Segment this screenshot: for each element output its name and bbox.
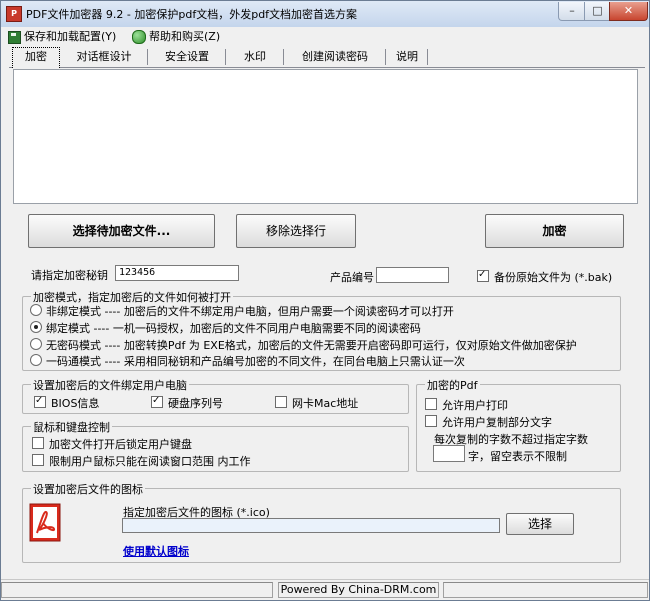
mouse-keyboard-title: 鼠标和键盘控制 bbox=[31, 419, 112, 435]
checkbox-box bbox=[151, 395, 163, 408]
key-label: 请指定加密秘钥 bbox=[31, 269, 108, 282]
tab-instructions[interactable]: 说明 bbox=[387, 49, 428, 65]
remove-selected-button[interactable]: 移除选择行 bbox=[236, 214, 356, 248]
checkbox-box bbox=[425, 398, 437, 410]
tab-encrypt[interactable]: 加密 bbox=[12, 47, 60, 68]
icon-path-input[interactable] bbox=[122, 518, 500, 533]
menu-help-label: 帮助和购买(Z) bbox=[149, 30, 221, 43]
maximize-button[interactable]: □ bbox=[584, 2, 611, 21]
bind-disk-serial-checkbox[interactable]: 硬盘序列号 bbox=[151, 395, 223, 411]
checkbox-box bbox=[34, 395, 46, 408]
status-cell-right bbox=[443, 582, 648, 598]
restrict-mouse-checkbox[interactable]: 限制用户鼠标只能在阅读窗口范围 内工作 bbox=[32, 453, 251, 469]
close-button[interactable]: ✕ bbox=[609, 2, 648, 21]
product-id-label: 产品编号 bbox=[330, 271, 374, 284]
file-icon-title: 设置加密后文件的图标 bbox=[31, 481, 145, 497]
allow-print-label: 允许用户打印 bbox=[442, 399, 508, 412]
mode-universal-label: 一码通模式 ---- 采用相同秘钥和产品编号加密的不同文件，在同台电脑上只需认证… bbox=[46, 355, 465, 368]
allow-print-checkbox[interactable]: 允许用户打印 bbox=[425, 397, 508, 413]
tab-dialog-design[interactable]: 对话框设计 bbox=[61, 49, 148, 65]
key-input[interactable]: 123456 bbox=[115, 265, 239, 281]
mode-no-password-label: 无密码模式 ---- 加密转换Pdf 为 EXE格式，加密后的文件无需要开启密码… bbox=[46, 339, 577, 352]
bind-mac-label: 网卡Mac地址 bbox=[292, 397, 359, 410]
status-powered-by: Powered By China-DRM.com bbox=[278, 582, 439, 598]
radio-circle bbox=[30, 321, 42, 333]
mode-unbound-radio[interactable]: 非绑定模式 ---- 加密后的文件不绑定用户电脑，但用户需要一个阅读密码才可以打… bbox=[30, 303, 454, 319]
checkbox-box bbox=[425, 415, 437, 427]
radio-circle bbox=[30, 338, 42, 350]
copy-limit-unit: 字，留空表示不限制 bbox=[468, 450, 567, 463]
checkbox-box bbox=[32, 437, 44, 449]
menu-bar: 保存和加载配置(Y) 帮助和购买(Z) bbox=[1, 27, 649, 46]
tab-create-read-password[interactable]: 创建阅读密码 bbox=[285, 49, 386, 65]
tab-watermark[interactable]: 水印 bbox=[227, 49, 284, 65]
tab-security-settings[interactable]: 安全设置 bbox=[149, 49, 226, 65]
use-default-icon-link[interactable]: 使用默认图标 bbox=[123, 543, 189, 559]
save-icon bbox=[8, 30, 21, 44]
backup-label: 备份原始文件为 (*.bak) bbox=[494, 271, 613, 284]
copy-limit-input[interactable] bbox=[433, 445, 465, 462]
file-list-panel[interactable] bbox=[13, 69, 638, 204]
app-pdf-icon: P bbox=[6, 6, 22, 22]
bind-mac-checkbox[interactable]: 网卡Mac地址 bbox=[275, 395, 358, 411]
bind-disk-serial-label: 硬盘序列号 bbox=[168, 397, 223, 410]
title-bar[interactable]: P PDF文件加密器 9.2 - 加密保护pdf文档，外发pdf文档加密首选方案… bbox=[1, 1, 649, 27]
pdf-permissions-title: 加密的Pdf bbox=[425, 377, 480, 393]
lock-keyboard-label: 加密文件打开后锁定用户键盘 bbox=[49, 438, 192, 451]
menu-save-load-label: 保存和加载配置(Y) bbox=[24, 30, 117, 43]
window-title: PDF文件加密器 9.2 - 加密保护pdf文档，外发pdf文档加密首选方案 bbox=[26, 8, 358, 21]
bind-bios-label: BIOS信息 bbox=[51, 397, 100, 410]
help-globe-icon bbox=[132, 30, 146, 44]
mode-no-password-radio[interactable]: 无密码模式 ---- 加密转换Pdf 为 EXE格式，加密后的文件无需要开启密码… bbox=[30, 337, 577, 353]
product-id-input[interactable] bbox=[376, 267, 449, 283]
radio-circle bbox=[30, 304, 42, 316]
radio-circle bbox=[30, 354, 42, 366]
app-window: P PDF文件加密器 9.2 - 加密保护pdf文档，外发pdf文档加密首选方案… bbox=[0, 0, 650, 601]
backup-checkbox[interactable]: 备份原始文件为 (*.bak) bbox=[477, 269, 612, 285]
mode-bound-radio[interactable]: 绑定模式 ---- 一机一码授权，加密后的文件不同用户电脑需要不同的阅读密码 bbox=[30, 320, 421, 336]
mode-universal-radio[interactable]: 一码通模式 ---- 采用相同秘钥和产品编号加密的不同文件，在同台电脑上只需认证… bbox=[30, 353, 465, 369]
encrypt-button[interactable]: 加密 bbox=[485, 214, 624, 248]
status-cell-left bbox=[1, 582, 273, 598]
allow-copy-label: 允许用户复制部分文字 bbox=[442, 416, 552, 429]
select-files-button[interactable]: 选择待加密文件... bbox=[28, 214, 215, 248]
menu-help-purchase[interactable]: 帮助和购买(Z) bbox=[132, 29, 220, 45]
pdf-file-icon bbox=[29, 503, 61, 542]
restrict-mouse-label: 限制用户鼠标只能在阅读窗口范围 内工作 bbox=[49, 455, 251, 468]
mode-unbound-label: 非绑定模式 ---- 加密后的文件不绑定用户电脑，但用户需要一个阅读密码才可以打… bbox=[46, 305, 454, 318]
allow-copy-checkbox[interactable]: 允许用户复制部分文字 bbox=[425, 414, 552, 430]
status-bar: Powered By China-DRM.com bbox=[1, 579, 649, 600]
mode-bound-label: 绑定模式 ---- 一机一码授权，加密后的文件不同用户电脑需要不同的阅读密码 bbox=[46, 322, 421, 335]
lock-keyboard-checkbox[interactable]: 加密文件打开后锁定用户键盘 bbox=[32, 436, 192, 452]
choose-icon-button[interactable]: 选择 bbox=[506, 513, 574, 535]
checkbox-box bbox=[275, 396, 287, 408]
tab-strip: 加密 对话框设计 安全设置 水印 创建阅读密码 说明 bbox=[9, 47, 645, 68]
bind-hardware-title: 设置加密后的文件绑定用户电脑 bbox=[31, 377, 189, 393]
minimize-button[interactable]: – bbox=[558, 2, 586, 21]
menu-save-load-config[interactable]: 保存和加载配置(Y) bbox=[8, 29, 116, 45]
checkbox-box bbox=[477, 269, 489, 282]
checkbox-box bbox=[32, 454, 44, 466]
bind-bios-checkbox[interactable]: BIOS信息 bbox=[34, 395, 99, 411]
